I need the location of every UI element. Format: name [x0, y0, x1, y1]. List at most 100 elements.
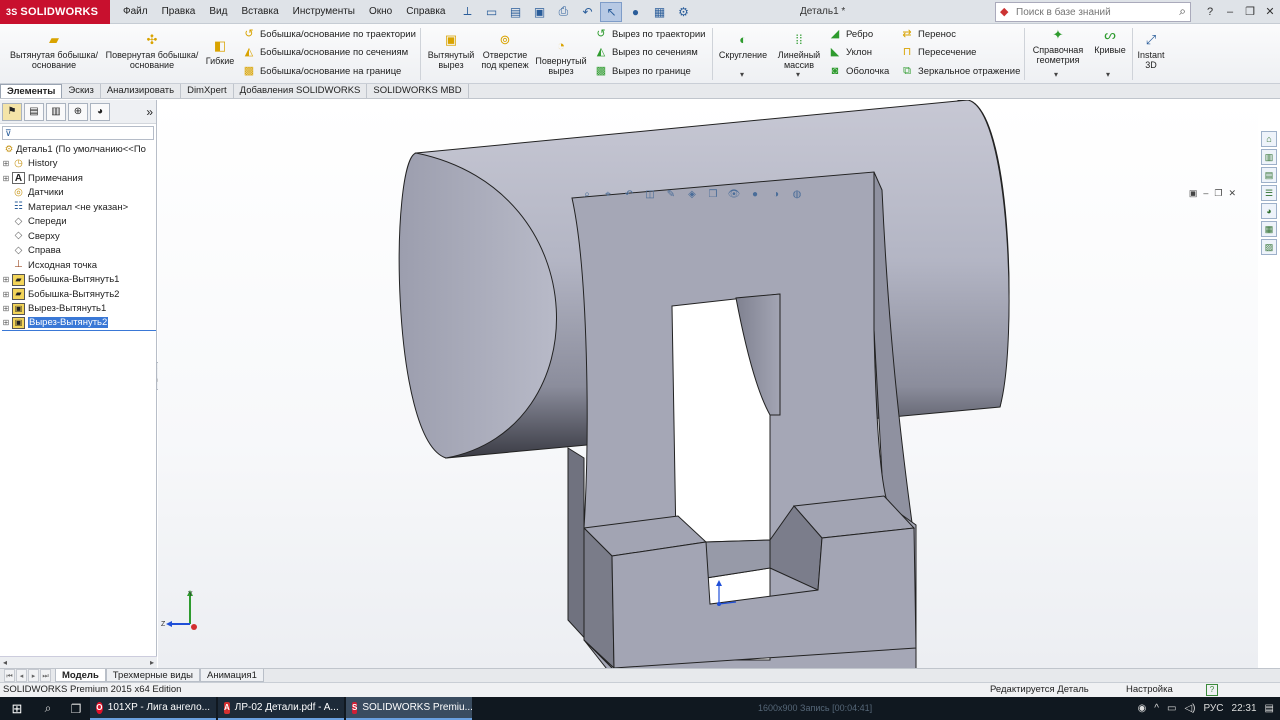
clock[interactable]: 22:31: [1232, 703, 1257, 714]
feature-manager-tab-icon[interactable]: ⚑: [2, 102, 22, 121]
boundary-boss-button[interactable]: ▩ Бобышка/основание на границе: [242, 64, 402, 78]
sweep-boss-button[interactable]: ↺ Бобышка/основание по траектории: [242, 27, 416, 41]
menu-window[interactable]: Окно: [362, 0, 399, 24]
display-manager-tab-icon[interactable]: ◕: [90, 102, 110, 121]
tab-model[interactable]: Модель: [55, 669, 106, 682]
next-tab-icon[interactable]: ▸: [28, 669, 39, 682]
menu-file[interactable]: Файл: [116, 0, 155, 24]
expand-icon[interactable]: ⊞: [2, 290, 10, 299]
sweep-cut-button[interactable]: ↺ Вырез по траектории: [594, 27, 705, 41]
tree-item-boss-extrude2[interactable]: ⊞ ▰ Бобышка-Вытянуть2: [2, 287, 156, 302]
property-manager-tab-icon[interactable]: ▤: [24, 102, 44, 121]
menu-insert[interactable]: Вставка: [234, 0, 285, 24]
expand-icon[interactable]: ⊞: [2, 174, 10, 183]
expand-icon[interactable]: ⊞: [2, 275, 10, 284]
menu-view[interactable]: Вид: [202, 0, 234, 24]
view-orientation-icon[interactable]: ◈: [683, 188, 701, 202]
revolve-cut-button[interactable]: ◔ Повернутый вырез: [532, 38, 590, 76]
tree-item-front-plane[interactable]: ⊞◇Спереди: [2, 215, 156, 230]
tree-item-origin[interactable]: ⊞⊥Исходная точка: [2, 258, 156, 273]
tree-item-boss-extrude1[interactable]: ⊞ ▰ Бобышка-Вытянуть1: [2, 273, 156, 288]
new-file-icon[interactable]: ▭: [480, 2, 502, 22]
hide-show-items-icon[interactable]: 👁: [725, 188, 743, 202]
reference-geometry-dropdown-icon[interactable]: ▾: [1054, 70, 1058, 79]
tray-expand-icon[interactable]: ^: [1154, 703, 1159, 714]
task-view-icon[interactable]: ❐: [62, 697, 90, 720]
search-input[interactable]: [996, 6, 1166, 18]
first-tab-icon[interactable]: ⏮: [4, 669, 15, 682]
view-settings-icon[interactable]: ◍: [788, 188, 806, 202]
pin-icon[interactable]: ⟂: [456, 2, 478, 22]
print-icon[interactable]: ⎙: [552, 2, 574, 22]
curves-dropdown-icon[interactable]: ▾: [1106, 70, 1110, 79]
tab-addins[interactable]: Добавления SOLIDWORKS: [234, 84, 368, 98]
tab-sketch[interactable]: Эскиз: [62, 84, 101, 98]
status-help-icon[interactable]: ?: [1206, 684, 1218, 696]
network-icon[interactable]: ▭: [1167, 703, 1176, 714]
status-units[interactable]: Настройка: [1126, 683, 1173, 697]
save-icon[interactable]: ▣: [528, 2, 550, 22]
tab-features[interactable]: Элементы: [0, 84, 63, 98]
menu-edit[interactable]: Правка: [155, 0, 203, 24]
select-icon[interactable]: ↖: [600, 1, 623, 22]
extrude-boss-button[interactable]: ▰ Вытянутая бобышка/основание: [6, 32, 102, 70]
zoom-to-fit-icon[interactable]: ⌕: [578, 188, 596, 202]
wrap-button[interactable]: ⇄ Перенос: [900, 27, 956, 41]
fillet-button[interactable]: ◐ Скругление: [716, 32, 770, 60]
tab-dimxpert[interactable]: DimXpert: [181, 84, 234, 98]
tree-item-annotations[interactable]: ⊞ A Примечания: [2, 171, 156, 186]
appearances-icon[interactable]: ◕: [1261, 203, 1277, 219]
reference-geometry-button[interactable]: ✦ Справочная геометрия: [1028, 27, 1088, 65]
taskbar-app-pdf[interactable]: A ЛР-02 Детали.pdf - A...: [218, 697, 344, 720]
file-properties-icon[interactable]: ▦: [648, 2, 670, 22]
tree-root-part[interactable]: ⚙ Деталь1 (По умолчанию<<По: [2, 142, 156, 157]
tree-item-history[interactable]: ⊞ ◷ History: [2, 157, 156, 172]
tab-mbd[interactable]: SOLIDWORKS MBD: [367, 84, 469, 98]
linear-pattern-button[interactable]: ⁞⁞ Линейный массив: [772, 32, 826, 70]
tree-item-right-plane[interactable]: ⊞◇Справа: [2, 244, 156, 259]
draft-button[interactable]: ◣ Уклон: [828, 45, 872, 59]
viewport-minimize-icon[interactable]: –: [1203, 188, 1208, 199]
tree-filter[interactable]: ⊽: [2, 126, 154, 140]
options-icon[interactable]: ⚙: [672, 2, 694, 22]
tree-item-material[interactable]: ⊞☷Материал <не указан>: [2, 200, 156, 215]
restore-icon[interactable]: ❐: [1240, 0, 1260, 24]
menu-tools[interactable]: Инструменты: [286, 0, 362, 24]
apply-scene-icon[interactable]: ◑: [767, 188, 785, 202]
flex-button[interactable]: ◧ Гибкие: [200, 38, 240, 66]
display-style-icon[interactable]: ❒: [704, 188, 722, 202]
horizontal-scrollbar[interactable]: ◂ ▸: [0, 656, 157, 668]
extrude-cut-button[interactable]: ▣ Вытянутый вырез: [424, 32, 478, 70]
boundary-cut-button[interactable]: ▩ Вырез по границе: [594, 64, 691, 78]
mirror-button[interactable]: ⧉ Зеркальное отражение: [900, 64, 1020, 78]
solidworks-resources-icon[interactable]: ⌂: [1261, 131, 1277, 147]
intersect-button[interactable]: ⊓ Пересечение: [900, 45, 977, 59]
search-icon[interactable]: ⌕: [1179, 4, 1186, 19]
volume-icon[interactable]: ◁): [1184, 703, 1195, 714]
more-tabs-icon[interactable]: »: [146, 105, 153, 119]
tab-3d-views[interactable]: Трехмерные виды: [105, 669, 200, 682]
zoom-to-area-icon[interactable]: ⌖: [599, 188, 617, 202]
undo-icon[interactable]: ↶: [576, 2, 598, 22]
taskbar-app-opera[interactable]: O 101XP - Лига ангело...: [90, 697, 216, 720]
curves-button[interactable]: ᔕ Кривые: [1090, 27, 1130, 55]
dynamic-annotation-icon[interactable]: ✎: [662, 188, 680, 202]
instant3d-button[interactable]: ⤢ Instant 3D: [1134, 32, 1168, 70]
notifications-icon[interactable]: ▤: [1265, 703, 1274, 714]
file-explorer-icon[interactable]: ▤: [1261, 167, 1277, 183]
expand-icon[interactable]: ⊞: [2, 304, 10, 313]
viewport-close-icon[interactable]: ✕: [1228, 188, 1236, 199]
language-indicator[interactable]: РУС: [1203, 703, 1223, 714]
knowledge-search[interactable]: ◆ ⌕: [995, 2, 1191, 22]
minimize-icon[interactable]: –: [1220, 0, 1240, 24]
help-icon[interactable]: ?: [1200, 0, 1220, 24]
loft-cut-button[interactable]: ◭ Вырез по сечениям: [594, 45, 698, 59]
hole-wizard-button[interactable]: ⊚ Отверстие под крепеж: [478, 32, 532, 70]
solidworks-logo[interactable]: 3S SOLIDWORKS: [0, 0, 110, 24]
configuration-manager-tab-icon[interactable]: ▥: [46, 102, 66, 121]
tree-item-top-plane[interactable]: ⊞◇Сверху: [2, 229, 156, 244]
tree-item-cut-extrude2[interactable]: ⊞ ▣ Вырез-Вытянуть2: [2, 316, 156, 331]
graphics-area[interactable]: ⌕ ⌖ ↶ ◫ ✎ ◈ ❒ 👁 ● ◑ ◍ ▣ – ❐ ✕ Y Z: [158, 100, 1258, 668]
taskbar-app-solidworks[interactable]: S SOLIDWORKS Premiu...: [346, 697, 472, 720]
design-library-icon[interactable]: ▥: [1261, 149, 1277, 165]
